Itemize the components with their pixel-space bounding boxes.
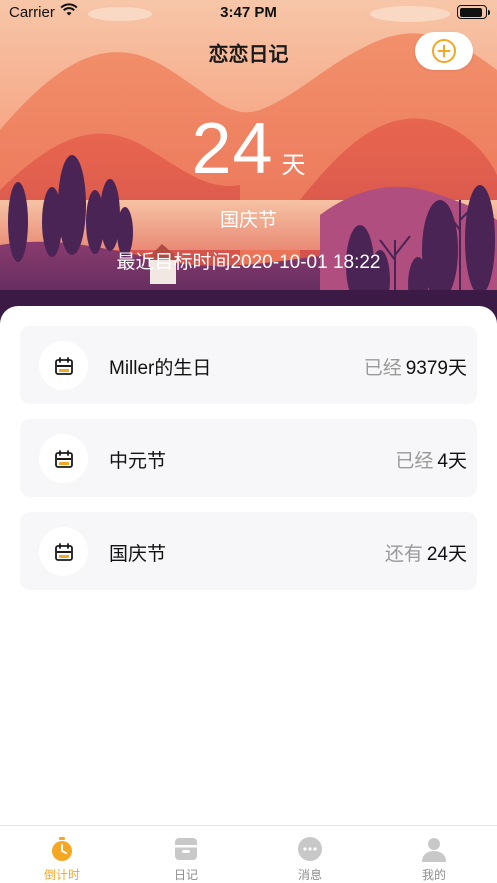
profile-icon bbox=[422, 838, 446, 862]
tab-label: 倒计时 bbox=[43, 868, 80, 882]
tab-diary[interactable]: 日记 bbox=[124, 826, 248, 883]
event-title: 国庆节 bbox=[109, 544, 167, 565]
event-status-value: 24天 bbox=[426, 544, 467, 565]
event-title: Miller的生日 bbox=[109, 358, 212, 379]
countdown-unit: 天 bbox=[281, 152, 306, 179]
countdown-target-time: 最近目标时间2020-10-01 18:22 bbox=[116, 252, 381, 273]
plus-circle-icon bbox=[432, 39, 456, 63]
event-status-prefix: 已经 bbox=[363, 358, 402, 379]
event-status: 还有 24天 bbox=[385, 539, 467, 566]
event-icon-badge bbox=[39, 527, 88, 576]
status-bar: Carrier 3:47 PM bbox=[0, 0, 497, 26]
tab-label: 我的 bbox=[421, 868, 446, 882]
event-status: 已经 4天 bbox=[395, 446, 467, 473]
calendar-icon bbox=[54, 542, 73, 561]
battery-icon bbox=[457, 5, 490, 19]
event-list: Miller的生日 已经 9379天 中元节 已经 4天 国庆节 还有 24天 bbox=[0, 306, 497, 826]
tab-profile[interactable]: 我的 bbox=[372, 826, 496, 883]
add-event-button[interactable] bbox=[415, 32, 473, 70]
event-icon-badge bbox=[39, 434, 88, 483]
diary-icon bbox=[175, 838, 197, 860]
event-status-value: 4天 bbox=[437, 451, 467, 472]
calendar-icon bbox=[54, 356, 73, 375]
event-card[interactable]: Miller的生日 已经 9379天 bbox=[20, 326, 477, 404]
countdown-days: 24 bbox=[191, 109, 274, 189]
event-status-value: 9379天 bbox=[405, 358, 467, 379]
event-status-prefix: 还有 bbox=[384, 544, 423, 565]
countdown-event-name: 国庆节 bbox=[219, 210, 277, 231]
event-icon-badge bbox=[39, 341, 88, 390]
hero-header: Carrier 3:47 PM 恋恋日记 24 天 国庆节 最近目标时间2020-… bbox=[0, 0, 497, 330]
event-title: 中元节 bbox=[109, 451, 167, 472]
tab-bar: 倒计时 日记 消息 我的 bbox=[0, 825, 497, 883]
calendar-icon bbox=[54, 449, 73, 468]
event-card[interactable]: 国庆节 还有 24天 bbox=[20, 512, 477, 590]
tab-label: 消息 bbox=[297, 868, 322, 882]
event-status-prefix: 已经 bbox=[395, 451, 434, 472]
tab-messages[interactable]: 消息 bbox=[248, 826, 372, 883]
stopwatch-icon bbox=[52, 837, 72, 861]
countdown-display: 24 天 bbox=[0, 108, 497, 190]
message-icon bbox=[298, 837, 322, 861]
tab-label: 日记 bbox=[173, 868, 198, 882]
event-card[interactable]: 中元节 已经 4天 bbox=[20, 419, 477, 497]
clock-time: 3:47 PM bbox=[220, 4, 277, 21]
event-status: 已经 9379天 bbox=[364, 353, 467, 380]
tab-countdown[interactable]: 倒计时 bbox=[0, 826, 124, 883]
